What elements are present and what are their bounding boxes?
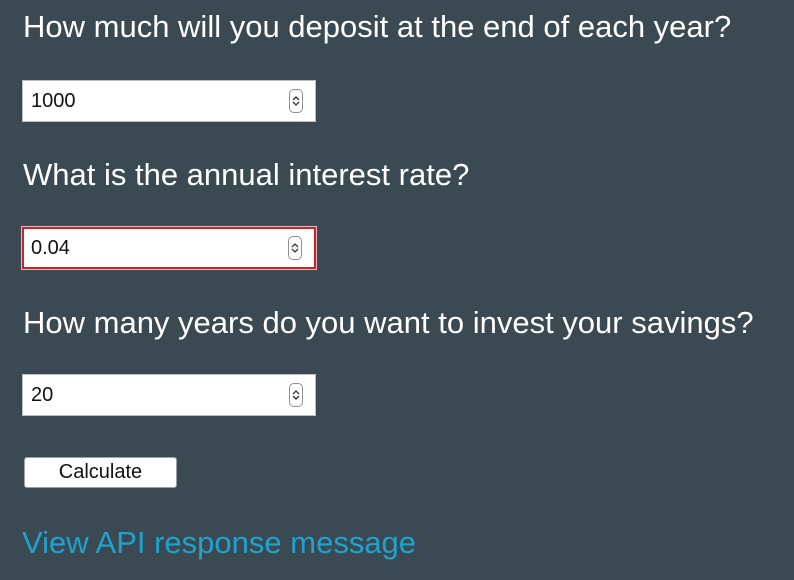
years-input-value[interactable]: 20	[23, 384, 289, 407]
interest-rate-stepper[interactable]	[288, 236, 302, 260]
years-input[interactable]: 20	[22, 374, 316, 416]
years-question-label: How many years do you want to invest you…	[23, 305, 754, 340]
stepper-down-icon[interactable]	[292, 101, 300, 107]
interest-rate-input-value[interactable]: 0.04	[24, 237, 288, 260]
years-stepper[interactable]	[289, 383, 303, 407]
interest-rate-input[interactable]: 0.04	[22, 227, 316, 269]
deposit-input-value[interactable]: 1000	[23, 90, 289, 113]
stepper-down-icon[interactable]	[291, 248, 299, 254]
view-api-response-link[interactable]: View API response message	[22, 527, 416, 558]
deposit-input[interactable]: 1000	[22, 80, 316, 122]
deposit-stepper[interactable]	[289, 89, 303, 113]
interest-question-label: What is the annual interest rate?	[23, 157, 470, 192]
calculate-button[interactable]: Calculate	[24, 457, 177, 488]
stepper-down-icon[interactable]	[292, 395, 300, 401]
deposit-question-label: How much will you deposit at the end of …	[23, 9, 732, 44]
